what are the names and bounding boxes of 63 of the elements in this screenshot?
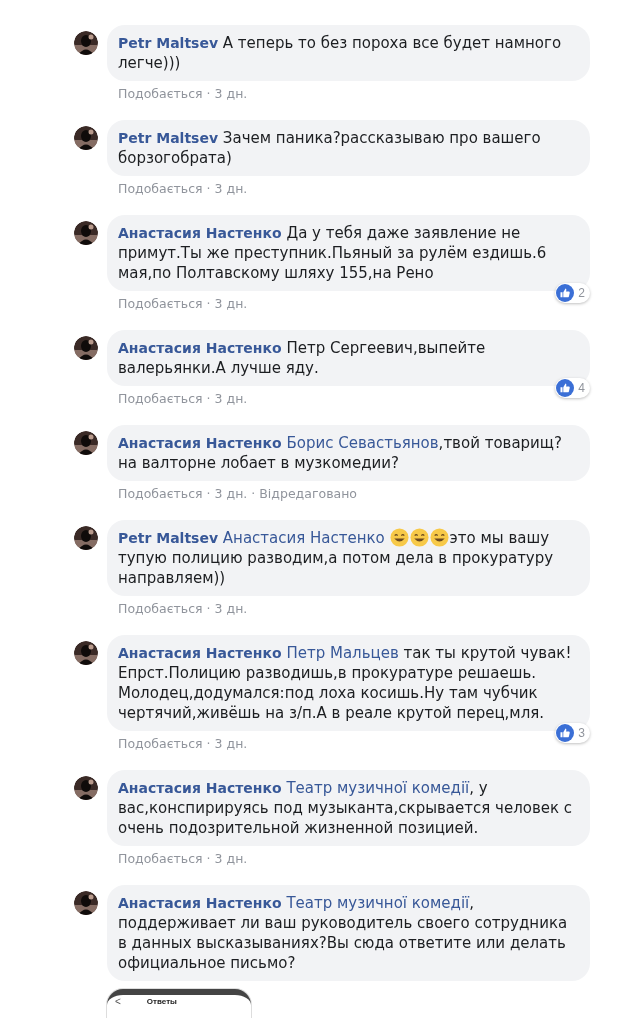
timestamp[interactable]: 3 дн. — [214, 601, 248, 617]
author-link[interactable]: Анастасия Настенко — [118, 895, 282, 911]
comment-text: Анастасия Настенко Петр Сергеевич,выпейте валерьянки.А лучше яду. — [118, 338, 487, 378]
timestamp[interactable]: 3 дн. — [214, 181, 248, 197]
separator-dot: · — [206, 601, 211, 617]
thumbs-up-icon — [556, 379, 575, 397]
reaction-badge[interactable]: 4 — [555, 378, 590, 398]
timestamp[interactable]: 3 дн. — [214, 851, 248, 867]
comment-text: Petr Maltsev Анастасия Настенко это мы вашу тупую полицию разводим,а потом дела в прокуратуру направляем)) — [118, 528, 555, 588]
reaction-count: 2 — [578, 285, 585, 302]
comment-text: Анастасия Настенко Петр Мальцев так ты крутой чувак! Епрст.Полицию разводишь,в прокуратуре решаешь. Молодец,додумался:под лоха косишь.Ну там чубчик чертячий,живёшь на з/п.А в реале крутой перец,мля. — [118, 643, 573, 723]
timestamp[interactable]: 3 дн. — [214, 486, 248, 502]
separator-dot: · — [206, 86, 211, 102]
separator-dot: · — [206, 391, 211, 407]
mention-link[interactable]: Петр Мальцев — [286, 644, 399, 662]
comment-text: Petr Maltsev А теперь то без пороха все будет намного легче))) — [118, 33, 563, 73]
like-link[interactable]: Подобається — [118, 296, 203, 312]
separator-dot: · — [206, 181, 211, 197]
like-link[interactable]: Подобається — [118, 601, 203, 617]
like-link[interactable]: Подобається — [118, 86, 203, 102]
smiley-icon — [429, 528, 449, 547]
thumbs-up-icon — [556, 284, 575, 302]
author-link[interactable]: Анастасия Настенко — [118, 780, 282, 796]
comment-text: Анастасия Настенко Театр музичної комедії, поддерживает ли ваш руководитель своего сотрудника в данных высказываниях?Вы сюда ответите или делать официальное письмо? — [118, 893, 569, 973]
author-link[interactable]: Анастасия Настенко — [118, 645, 282, 661]
smiley-icon — [389, 528, 409, 547]
smiley-icon — [409, 528, 429, 547]
comment-text: Анастасия Настенко Да у тебя даже заявление не примут.Ты же преступник.Пьяный за рулём ездишь.6 мая,по Полтавскому шляху 155,на Рено — [118, 223, 548, 283]
timestamp[interactable]: 3 дн. — [214, 86, 248, 102]
separator-dot: · — [206, 851, 211, 867]
mention-link[interactable]: Анастасия Настенко — [222, 529, 385, 547]
author-link[interactable]: Petr Maltsev — [118, 35, 219, 51]
reaction-badge[interactable]: 3 — [555, 723, 590, 743]
reaction-count: 3 — [578, 725, 585, 742]
timestamp[interactable]: 3 дн. — [214, 736, 248, 752]
thumbs-up-icon — [556, 724, 575, 742]
comment-text: Petr Maltsev Зачем паника?рассказываю про вашего борзогобрата) — [118, 128, 542, 168]
like-link[interactable]: Подобається — [118, 181, 203, 197]
author-link[interactable]: Анастасия Настенко — [118, 225, 282, 241]
separator-dot: · — [251, 486, 256, 502]
edited-label: Відредаговано — [259, 486, 357, 502]
author-link[interactable]: Анастасия Настенко — [118, 340, 282, 356]
author-link[interactable]: Petr Maltsev — [118, 130, 219, 146]
like-link[interactable]: Подобається — [118, 486, 203, 502]
author-link[interactable]: Petr Maltsev — [118, 530, 219, 546]
mention-link[interactable]: Борис Севастьянов — [286, 434, 439, 452]
like-link[interactable]: Подобається — [118, 736, 203, 752]
timestamp[interactable]: 3 дн. — [214, 296, 248, 312]
back-arrow: < — [115, 997, 121, 1007]
separator-dot: · — [206, 296, 211, 312]
like-link[interactable]: Подобається — [118, 391, 203, 407]
separator-dot: · — [206, 486, 211, 502]
separator-dot: · — [206, 736, 211, 752]
comment-text: Анастасия Настенко Борис Севастьянов,твой товарищ?на валторне лобает в музкомедии? — [118, 433, 563, 473]
mention-link[interactable]: Театр музичної комедії — [286, 894, 470, 912]
reaction-count: 4 — [578, 380, 585, 397]
reaction-badge[interactable]: 2 — [555, 283, 590, 303]
screen-title: Ответы — [146, 997, 177, 1007]
like-link[interactable]: Подобається — [118, 851, 203, 867]
timestamp[interactable]: 3 дн. — [214, 391, 248, 407]
author-link[interactable]: Анастасия Настенко — [118, 435, 282, 451]
mention-link[interactable]: Театр музичної комедії — [286, 779, 470, 797]
comment-text: Анастасия Настенко Театр музичної комедії, у вас,конспирируясь под музыканта,скрывается человек с очень подозрительной жизненной позицией. — [118, 778, 574, 838]
